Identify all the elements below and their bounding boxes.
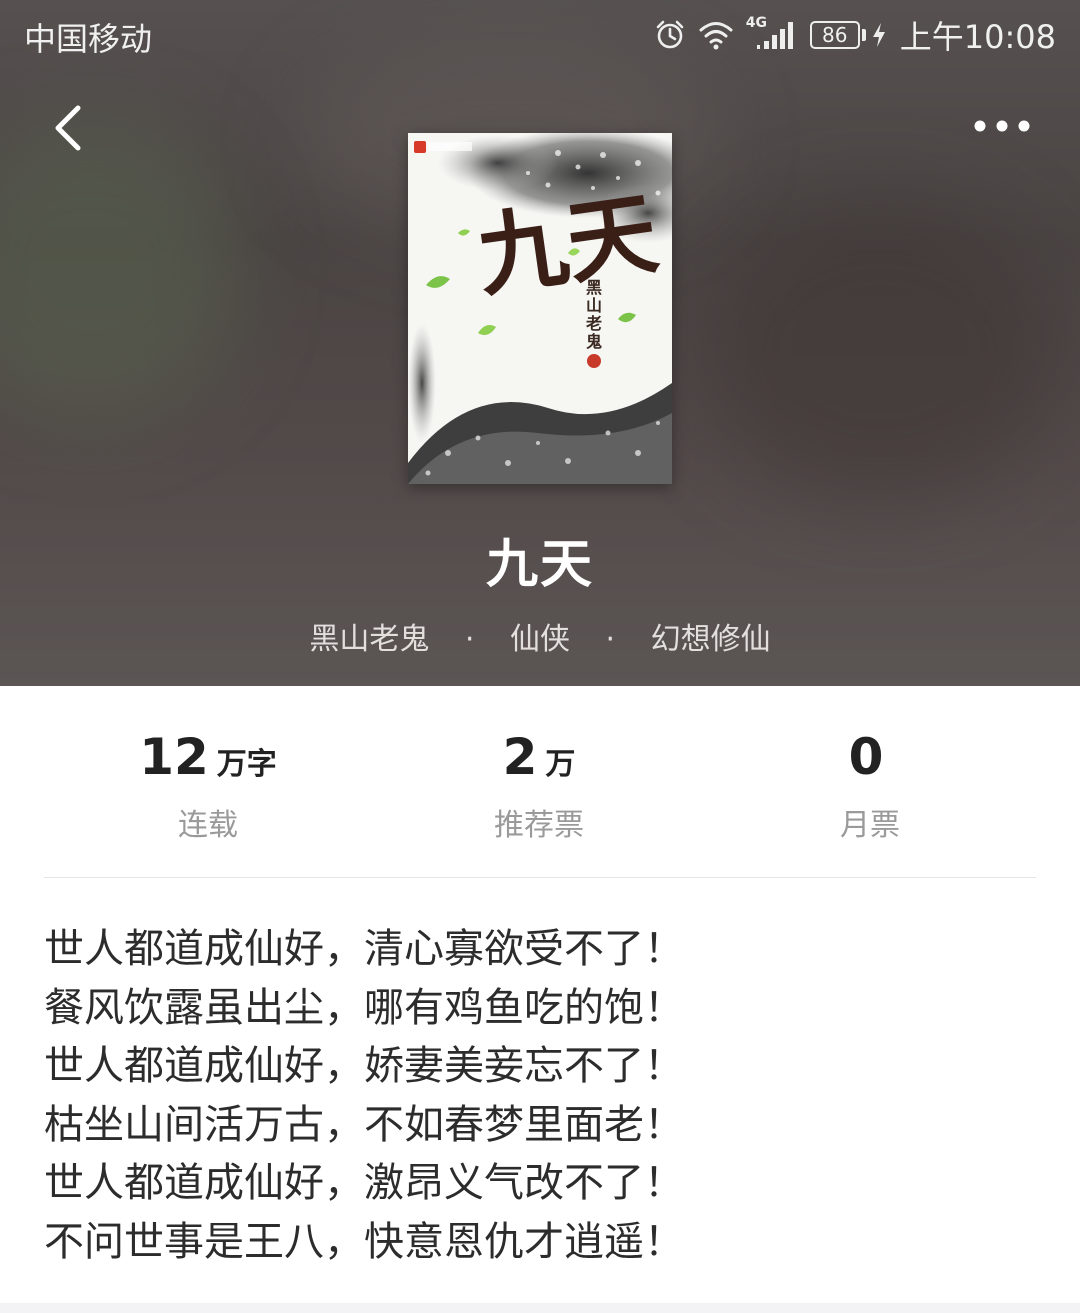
stat-unit: 万 <box>545 747 576 782</box>
carrier-label: 中国移动 <box>24 20 153 58</box>
meta-separator: · <box>605 622 616 657</box>
intro-line: 世人都道成仙好，娇妻美妾忘不了！ <box>44 1043 684 1090</box>
book-category[interactable]: 仙侠 <box>510 622 570 657</box>
intro-line: 餐风饮露虽出尘，哪有鸡鱼吃的饱！ <box>44 984 684 1031</box>
meta-separator: · <box>464 622 475 657</box>
svg-text:鬼: 鬼 <box>586 332 602 351</box>
intro-line: 枯坐山间活万古，不如春梦里面老！ <box>44 1101 684 1148</box>
charging-icon <box>872 23 885 47</box>
book-intro[interactable]: 世人都道成仙好，清心寡欲受不了！ 餐风饮露虽出尘，哪有鸡鱼吃的饱！ 世人都道成仙… <box>44 920 1044 1272</box>
book-author[interactable]: 黑山老鬼 <box>309 622 429 657</box>
stat-word-count: 12 万字 连载 <box>58 728 358 844</box>
back-button[interactable] <box>44 100 94 156</box>
chevron-left-icon <box>55 105 81 151</box>
stat-label: 月票 <box>840 808 900 843</box>
status-icons: 4G 86 上午10:08 <box>654 12 1056 58</box>
stat-value: 0 <box>848 728 884 786</box>
intro-line: 世人都道成仙好，清心寡欲受不了！ <box>44 926 684 972</box>
svg-text:老: 老 <box>585 314 602 333</box>
battery-level: 86 <box>809 21 860 49</box>
stat-value: 2 <box>502 728 538 786</box>
hero-background-blur <box>0 120 240 420</box>
section-divider <box>44 877 1036 878</box>
book-stats: 12 万字 连载 2 万 推荐票 0 月票 <box>0 728 1080 848</box>
wifi-icon <box>699 22 733 50</box>
clock: 上午10:08 <box>899 18 1056 56</box>
signal-icon: 4G <box>746 15 798 51</box>
intro-line: 世人都道成仙好，激昂义气改不了！ <box>44 1160 684 1207</box>
book-subcategory[interactable]: 幻想修仙 <box>651 622 771 657</box>
more-dots-icon <box>974 120 1030 132</box>
bottom-band <box>0 1303 1080 1313</box>
status-bar: 中国移动 4G 86 上午10:08 <box>0 0 1080 70</box>
book-meta: 黑山老鬼 · 仙侠 · 幻想修仙 <box>0 614 1080 658</box>
stat-recommend-votes[interactable]: 2 万 推荐票 <box>389 728 689 844</box>
alarm-icon <box>656 20 684 49</box>
intro-line: 不问世事是王八，快意恩仇才逍遥！ <box>44 1218 684 1265</box>
battery-indicator: 86 <box>809 21 888 49</box>
more-button[interactable] <box>964 106 1044 146</box>
stat-label: 连载 <box>178 808 238 843</box>
stat-monthly-votes[interactable]: 0 月票 <box>720 728 1020 844</box>
svg-text:黑: 黑 <box>586 278 602 297</box>
svg-text:山: 山 <box>586 296 602 315</box>
stat-value: 12 <box>139 728 209 786</box>
book-cover-art: 九天 黑 山 老 鬼 <box>408 133 672 484</box>
hero-background-blur <box>700 200 1060 500</box>
book-title: 九天 <box>485 535 594 595</box>
stat-label: 推荐票 <box>494 808 584 843</box>
book-header: 中国移动 4G 86 上午10:08 九天 黑 山 老 鬼 九天 黑山老鬼 · … <box>0 0 1080 686</box>
book-cover[interactable]: 九天 黑 山 老 鬼 <box>408 133 672 484</box>
stat-unit: 万字 <box>216 747 277 782</box>
